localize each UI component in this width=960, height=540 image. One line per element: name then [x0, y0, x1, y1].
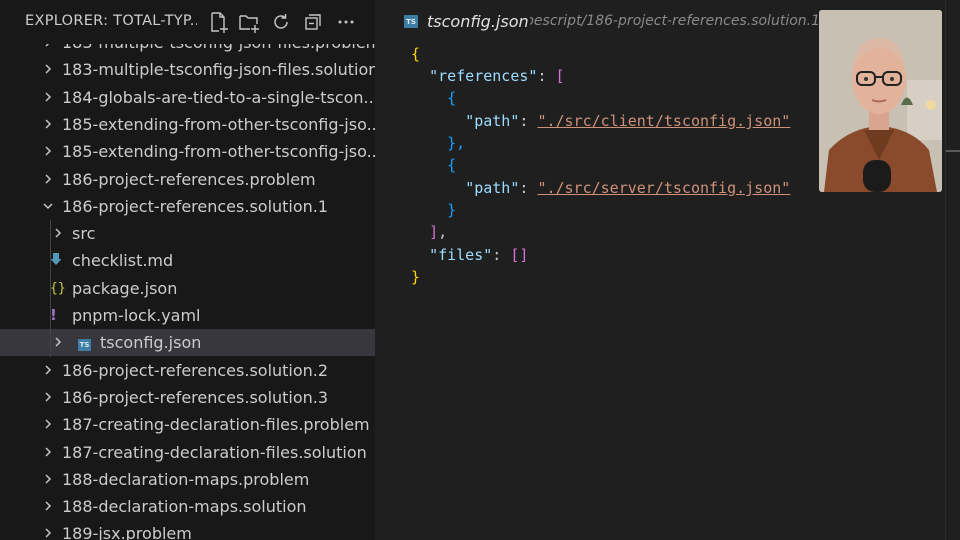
chevron-right-icon[interactable]: [52, 227, 64, 239]
tree-folder-row[interactable]: 186-project-references.problem: [0, 166, 375, 193]
json-icon: {}: [50, 280, 66, 296]
tree-file-row[interactable]: ! pnpm-lock.yaml: [0, 302, 375, 329]
presenter-image: [819, 10, 942, 192]
explorer-header: EXPLORER: TOTAL-TYP...: [0, 0, 375, 44]
tree-folder-row[interactable]: 183-multiple-tsconfig-json-files.solutio…: [0, 56, 375, 83]
code-line: "path": "./src/client/tsconfig.json": [465, 112, 791, 130]
tree-folder-row[interactable]: 188-declaration-maps.problem: [0, 466, 375, 493]
new-file-icon[interactable]: [207, 11, 229, 33]
more-icon[interactable]: [335, 11, 357, 33]
client-path-link[interactable]: "./src/client/tsconfig.json": [537, 112, 790, 130]
chevron-right-icon[interactable]: [42, 446, 54, 458]
file-tree: 183-multiple-tsconfig-json-files.problem…: [0, 0, 375, 540]
tree-item-label: 186-project-references.solution.1: [62, 196, 329, 216]
explorer-sidebar: 183-multiple-tsconfig-json-files.problem…: [0, 0, 375, 540]
tree-folder-row[interactable]: 184-globals-are-tied-to-a-single-tscon..…: [0, 84, 375, 111]
code-line: }: [411, 268, 421, 286]
code-line: {: [447, 89, 457, 107]
chevron-right-icon[interactable]: [42, 527, 54, 539]
tree-item-label: checklist.md: [72, 251, 174, 271]
tree-item-label: 186-project-references.solution.3: [62, 387, 329, 407]
yaml-icon: !: [50, 306, 57, 324]
tree-item-label: 188-declaration-maps.problem: [62, 469, 310, 489]
chevron-right-icon[interactable]: [52, 336, 64, 348]
tree-folder-row[interactable]: 185-extending-from-other-tsconfig-jso...: [0, 138, 375, 165]
tree-item-label: 184-globals-are-tied-to-a-single-tscon..…: [62, 87, 375, 107]
tree-folder-row[interactable]: 186-project-references.solution.2: [0, 357, 375, 384]
tree-item-label: pnpm-lock.yaml: [72, 306, 201, 325]
tree-folder-row[interactable]: src: [0, 220, 375, 247]
chevron-right-icon[interactable]: [42, 91, 54, 103]
tree-file-row[interactable]: TS tsconfig.json: [0, 329, 375, 357]
tree-item-label: 185-extending-from-other-tsconfig-jso...: [62, 114, 375, 134]
tree-item-label: 186-project-references.problem: [62, 169, 316, 189]
code-line: {: [411, 45, 421, 63]
tree-folder-row[interactable]: 185-extending-from-other-tsconfig-jso...: [0, 111, 375, 138]
code-line: "files": []: [429, 246, 529, 264]
tree-item-label: 183-multiple-tsconfig-json-files.solutio…: [62, 60, 375, 80]
breadcrumb[interactable]: total-typescript/186-project-references.…: [530, 13, 820, 29]
tree-item-label: 187-creating-declaration-files.problem: [62, 415, 370, 435]
tree-file-row[interactable]: checklist.md: [0, 247, 375, 274]
tree-item-label: src: [72, 224, 96, 244]
tree-item-label: package.json: [72, 278, 178, 298]
ts-config-icon: TS: [404, 15, 418, 28]
tree-folder-row[interactable]: 186-project-references.solution.3: [0, 384, 375, 411]
tree-folder-row[interactable]: 186-project-references.solution.1: [0, 193, 375, 220]
new-folder-icon[interactable]: [238, 11, 260, 33]
tree-item-label: 186-project-references.solution.2: [62, 360, 329, 380]
tree-item-label: tsconfig.json: [100, 333, 202, 353]
code-line: }: [447, 201, 457, 219]
chevron-right-icon[interactable]: [42, 173, 54, 185]
webcam-overlay: [819, 10, 942, 192]
chevron-right-icon[interactable]: [42, 500, 54, 512]
tree-item-label: 188-declaration-maps.solution: [62, 497, 307, 517]
ts-config-icon: TS: [78, 339, 91, 352]
scrollbar-thumb[interactable]: [946, 150, 960, 152]
chevron-right-icon[interactable]: [42, 118, 54, 130]
tree-folder-row[interactable]: 189-jsx.problem: [0, 520, 375, 540]
chevron-right-icon[interactable]: [42, 418, 54, 430]
editor-tab-title[interactable]: tsconfig.json: [427, 12, 529, 31]
explorer-title: EXPLORER: TOTAL-TYP...: [25, 13, 197, 29]
chevron-right-icon[interactable]: [42, 364, 54, 376]
code-line: ],: [429, 223, 448, 241]
tree-file-row[interactable]: {} package.json: [0, 275, 375, 302]
indent-guide: [50, 220, 51, 357]
code-line: },: [447, 134, 466, 152]
chevron-down-icon[interactable]: [42, 200, 54, 212]
refresh-icon[interactable]: [270, 11, 292, 33]
chevron-right-icon[interactable]: [42, 473, 54, 485]
chevron-right-icon[interactable]: [42, 391, 54, 403]
scrollbar-track[interactable]: [945, 0, 946, 540]
server-path-link[interactable]: "./src/server/tsconfig.json": [537, 179, 790, 197]
tree-folder-row[interactable]: 187-creating-declaration-files.solution: [0, 439, 375, 466]
chevron-right-icon[interactable]: [42, 63, 54, 75]
tree-item-label: 189-jsx.problem: [62, 524, 192, 540]
collapse-all-icon[interactable]: [302, 11, 324, 33]
code-line: "references": [: [429, 67, 565, 85]
tree-item-label: 187-creating-declaration-files.solution: [62, 442, 367, 462]
tree-folder-row[interactable]: 188-declaration-maps.solution: [0, 493, 375, 520]
chevron-right-icon[interactable]: [42, 145, 54, 157]
markdown-icon: [50, 247, 62, 274]
code-line: "path": "./src/server/tsconfig.json": [465, 179, 791, 197]
tree-folder-row[interactable]: 187-creating-declaration-files.problem: [0, 411, 375, 438]
tree-item-label: 185-extending-from-other-tsconfig-jso...: [62, 142, 375, 162]
code-line: {: [447, 156, 457, 174]
